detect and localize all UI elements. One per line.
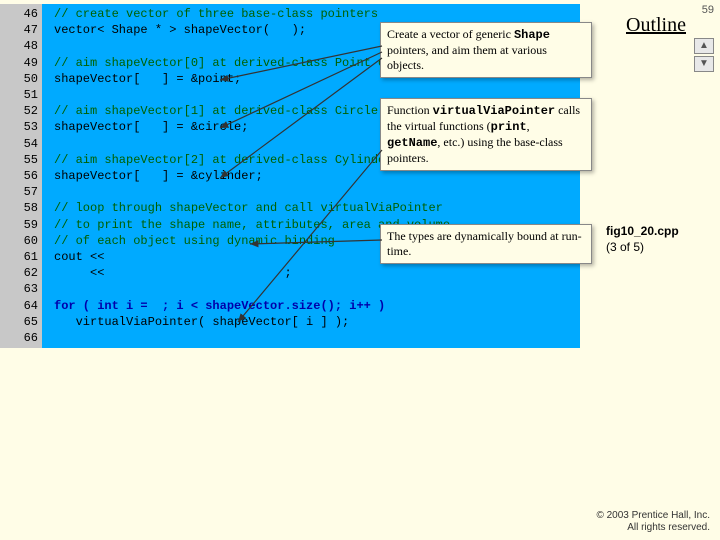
page-number: 59	[702, 4, 714, 16]
callout-dynamic: The types are dynamically bound at run-t…	[380, 224, 592, 264]
file-name: fig10_20.cpp	[606, 224, 679, 238]
copyright: © 2003 Prentice Hall, Inc.	[596, 510, 710, 521]
file-tag: fig10_20.cpp (3 of 5)	[606, 224, 679, 255]
nav-up-button[interactable]: ▲	[694, 38, 714, 54]
line-number-gutter: 46 47 48 49 50 51 52 53 54 55 56 57 58 5…	[0, 4, 42, 348]
mono-print: print	[491, 120, 527, 134]
mono-shape: Shape	[514, 28, 550, 42]
callout-text: pointers, and aim them at various object…	[387, 43, 547, 72]
callout-text: ,	[527, 119, 530, 133]
mono-fn: virtualViaPointer	[433, 104, 555, 118]
outline-heading: Outline	[626, 14, 686, 37]
rights: All rights reserved.	[627, 522, 710, 533]
nav-down-button[interactable]: ▼	[694, 56, 714, 72]
callout-vector: Create a vector of generic Shape pointer…	[380, 22, 592, 78]
footer: © 2003 Prentice Hall, Inc. All rights re…	[596, 510, 710, 534]
callout-text: Create a vector of generic	[387, 27, 514, 41]
mono-getname: getName	[387, 136, 437, 150]
callout-virtual: Function virtualViaPointer calls the vir…	[380, 98, 592, 171]
callout-text: Function	[387, 103, 433, 117]
file-part: (3 of 5)	[606, 240, 644, 254]
callout-text: The types are dynamically bound at run-t…	[387, 229, 582, 258]
